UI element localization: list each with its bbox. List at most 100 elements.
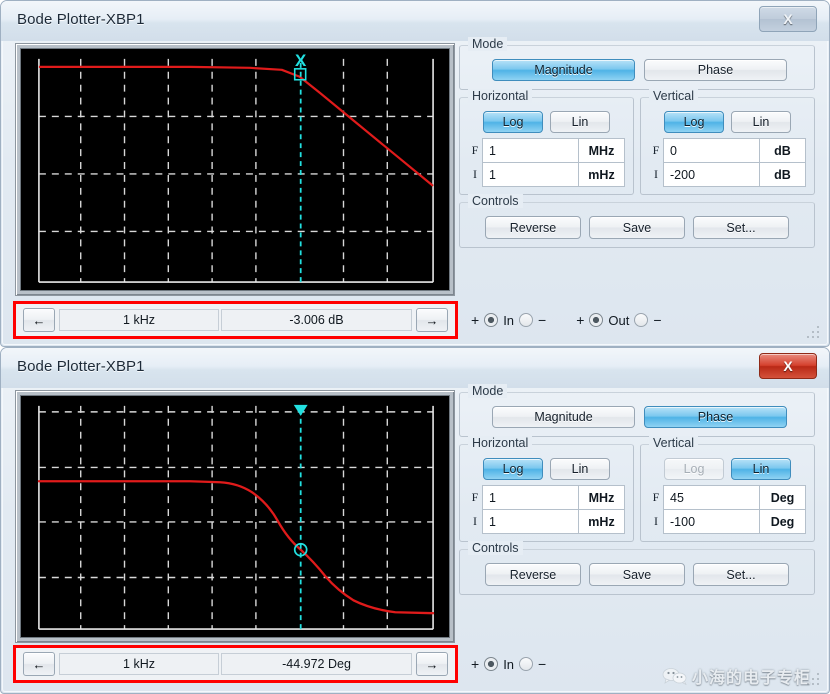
phase-plot-svg (21, 396, 449, 637)
in-plus-label: + (471, 312, 479, 328)
horizontal-initial-input[interactable]: 1 (482, 509, 579, 534)
horizontal-initial-input[interactable]: 1 (482, 162, 579, 187)
in-label: In (503, 313, 514, 328)
vertical-final-unit[interactable]: dB (760, 138, 806, 163)
svg-text:X: X (295, 51, 307, 70)
mode-legend: Mode (468, 384, 507, 398)
magnitude-button[interactable]: Magnitude (492, 59, 635, 81)
plot-bezel-2 (15, 390, 455, 643)
window-title: Bode Plotter-XBP1 (17, 358, 145, 375)
bode-plotter-window-2: Bode Plotter-XBP1 X (0, 347, 830, 694)
set-button[interactable]: Set... (693, 563, 789, 586)
vertical-final-input[interactable]: 0 (663, 138, 760, 163)
magnitude-button[interactable]: Magnitude (492, 406, 635, 428)
reverse-button[interactable]: Reverse (485, 216, 581, 239)
reverse-button[interactable]: Reverse (485, 563, 581, 586)
in-minus-label: − (538, 312, 546, 328)
vertical-initial-unit[interactable]: dB (760, 162, 806, 187)
controls-column-1: Mode Magnitude Phase Horizontal Log Lin (459, 45, 815, 255)
horizontal-final-row: F 1 MHz (468, 138, 625, 163)
out-terminal-group: + Out − (576, 312, 661, 328)
out-minus-jack-icon[interactable] (634, 313, 648, 327)
watermark: 小海的电子专柜 (662, 663, 811, 689)
in-terminal-group: + In − (471, 312, 546, 328)
horizontal-final-unit[interactable]: MHz (579, 138, 625, 163)
phase-button[interactable]: Phase (644, 406, 787, 428)
resize-grip-1[interactable] (807, 326, 821, 340)
horizontal-initial-label: I (468, 509, 482, 534)
mode-group: Mode Magnitude Phase (459, 45, 815, 90)
horizontal-initial-row: I 1 mHz (468, 509, 625, 534)
horizontal-initial-label: I (468, 162, 482, 187)
close-button[interactable]: X (759, 353, 817, 379)
vertical-initial-label: I (649, 509, 663, 534)
vertical-group: Vertical Log Lin F 45 Deg I (640, 444, 815, 542)
in-minus-jack-icon[interactable] (519, 657, 533, 671)
titlebar-1[interactable]: Bode Plotter-XBP1 X (1, 1, 829, 41)
cursor-frequency-readout: 1 kHz (59, 309, 219, 331)
out-plus-jack-icon[interactable] (589, 313, 603, 327)
horizontal-final-input[interactable]: 1 (482, 138, 579, 163)
horizontal-lin-button[interactable]: Lin (550, 458, 610, 480)
vertical-final-row: F 0 dB (649, 138, 806, 163)
vertical-lin-button[interactable]: Lin (731, 111, 791, 133)
terminals-row-2: + In − (471, 645, 546, 683)
horizontal-group: Horizontal Log Lin F 1 MHz I (459, 97, 634, 195)
vertical-group: Vertical Log Lin F 0 dB I (640, 97, 815, 195)
mode-legend: Mode (468, 37, 507, 51)
save-button[interactable]: Save (589, 216, 685, 239)
horizontal-log-button[interactable]: Log (483, 458, 543, 480)
in-terminal-group: + In − (471, 656, 546, 672)
cursor-frequency-readout: 1 kHz (59, 653, 219, 675)
horizontal-initial-row: I 1 mHz (468, 162, 625, 187)
phase-plot[interactable] (20, 395, 450, 638)
cursor-right-arrow-icon[interactable]: → (416, 652, 448, 676)
horizontal-final-input[interactable]: 1 (482, 485, 579, 510)
horizontal-initial-unit[interactable]: mHz (579, 509, 625, 534)
horizontal-lin-button[interactable]: Lin (550, 111, 610, 133)
horizontal-final-unit[interactable]: MHz (579, 485, 625, 510)
phase-button[interactable]: Phase (644, 59, 787, 81)
cursor-left-arrow-icon[interactable]: ← (23, 652, 55, 676)
cursor-right-arrow-icon[interactable]: → (416, 308, 448, 332)
cursor-left-arrow-icon[interactable]: ← (23, 308, 55, 332)
in-plus-jack-icon[interactable] (484, 657, 498, 671)
wechat-icon (662, 667, 688, 685)
vertical-final-label: F (649, 138, 663, 163)
vertical-initial-label: I (649, 162, 663, 187)
cursor-value-readout: -3.006 dB (221, 309, 412, 331)
in-minus-jack-icon[interactable] (519, 313, 533, 327)
vertical-initial-input[interactable]: -200 (663, 162, 760, 187)
vertical-initial-input[interactable]: -100 (663, 509, 760, 534)
vertical-legend: Vertical (649, 436, 698, 450)
vertical-initial-row: I -100 Deg (649, 509, 806, 534)
in-plus-jack-icon[interactable] (484, 313, 498, 327)
resize-grip-2[interactable] (807, 673, 821, 687)
vertical-legend: Vertical (649, 89, 698, 103)
save-button[interactable]: Save (589, 563, 685, 586)
set-button[interactable]: Set... (693, 216, 789, 239)
horizontal-final-row: F 1 MHz (468, 485, 625, 510)
mode-group: Mode Magnitude Phase (459, 392, 815, 437)
vertical-final-unit[interactable]: Deg (760, 485, 806, 510)
controls-column-2: Mode Magnitude Phase Horizontal Log Lin (459, 392, 815, 602)
magnitude-plot[interactable]: X (20, 48, 450, 291)
controls-legend: Controls (468, 541, 523, 555)
window-title: Bode Plotter-XBP1 (17, 11, 145, 28)
out-plus-label: + (576, 312, 584, 328)
horizontal-final-label: F (468, 138, 482, 163)
horizontal-initial-unit[interactable]: mHz (579, 162, 625, 187)
close-button[interactable]: X (759, 6, 817, 32)
vertical-initial-row: I -200 dB (649, 162, 806, 187)
in-minus-label: − (538, 656, 546, 672)
vertical-log-button[interactable]: Log (664, 111, 724, 133)
wechat-icon-svg (662, 667, 688, 685)
vertical-initial-unit[interactable]: Deg (760, 509, 806, 534)
vertical-lin-button[interactable]: Lin (731, 458, 791, 480)
bode-plotter-window-1: Bode Plotter-XBP1 X (0, 0, 830, 347)
watermark-text: 小海的电子专柜 (692, 664, 811, 688)
vertical-final-input[interactable]: 45 (663, 485, 760, 510)
horizontal-log-button[interactable]: Log (483, 111, 543, 133)
screenshot-root: Bode Plotter-XBP1 X (0, 0, 830, 694)
titlebar-2[interactable]: Bode Plotter-XBP1 X (1, 348, 829, 388)
